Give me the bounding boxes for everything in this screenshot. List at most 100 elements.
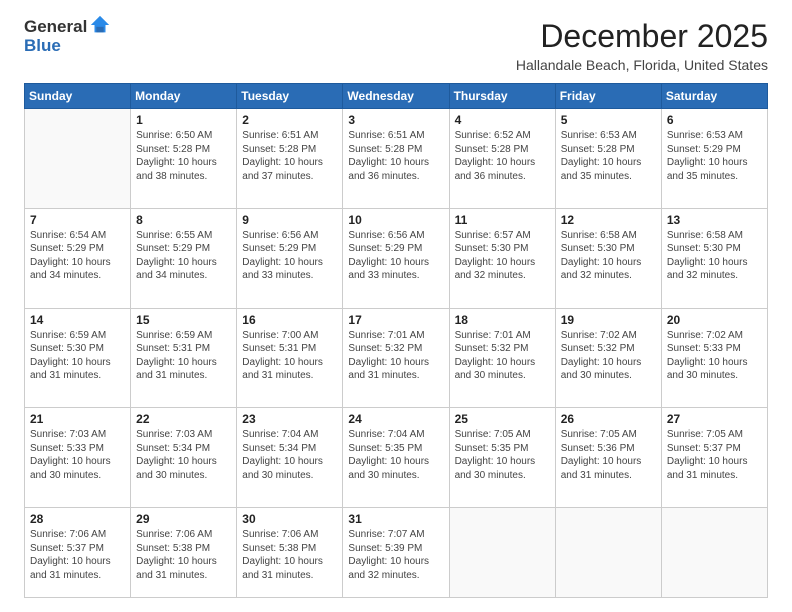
day-number: 2 xyxy=(242,113,337,127)
calendar-cell: 7 Sunrise: 6:54 AM Sunset: 5:29 PM Daylig… xyxy=(25,208,131,308)
cell-info: Sunrise: 6:59 AM Sunset: 5:30 PM Dayligh… xyxy=(30,329,125,383)
calendar-day-header: Sunday xyxy=(25,84,131,109)
calendar-cell: 30Sunrise: 7:06 AM Sunset: 5:38 PM Dayli… xyxy=(237,508,343,598)
cell-info: Sunrise: 7:07 AM Sunset: 5:39 PM Dayligh… xyxy=(348,528,443,582)
day-number: 7 xyxy=(30,213,125,227)
cell-info: Sunrise: 6:54 AM Sunset: 5:29 PM Dayligh… xyxy=(30,229,125,283)
calendar-cell xyxy=(25,109,131,209)
calendar-cell: 29Sunrise: 7:06 AM Sunset: 5:38 PM Dayli… xyxy=(131,508,237,598)
calendar-cell xyxy=(555,508,661,598)
calendar-cell: 16 Sunrise: 7:00 AM Sunset: 5:31 PM Dayli… xyxy=(237,308,343,408)
cell-info: Sunrise: 6:52 AM Sunset: 5:28 PM Dayligh… xyxy=(455,129,550,183)
calendar-cell: 6Sunrise: 6:53 AM Sunset: 5:29 PM Daylig… xyxy=(661,109,767,209)
cell-info: Sunrise: 6:58 AM Sunset: 5:30 PM Dayligh… xyxy=(667,229,762,283)
day-number: 5 xyxy=(561,113,656,127)
page: General Blue December 2025 Hallandale Be… xyxy=(0,0,792,612)
calendar-cell: 23Sunrise: 7:04 AM Sunset: 5:34 PM Dayli… xyxy=(237,408,343,508)
day-number: 18 xyxy=(455,313,550,327)
day-number: 28 xyxy=(30,512,125,526)
cell-info: Sunrise: 6:57 AM Sunset: 5:30 PM Dayligh… xyxy=(455,229,550,283)
cell-info: Sunrise: 7:01 AM Sunset: 5:32 PM Dayligh… xyxy=(348,329,443,383)
day-number: 21 xyxy=(30,412,125,426)
logo-blue: Blue xyxy=(24,37,111,56)
logo-text: General Blue xyxy=(24,18,111,55)
day-number: 24 xyxy=(348,412,443,426)
calendar-week-row: 21 Sunrise: 7:03 AM Sunset: 5:33 PM Dayli… xyxy=(25,408,768,508)
calendar-cell: 10Sunrise: 6:56 AM Sunset: 5:29 PM Dayli… xyxy=(343,208,449,308)
cell-info: Sunrise: 6:50 AM Sunset: 5:28 PM Dayligh… xyxy=(136,129,231,183)
cell-info: Sunrise: 7:03 AM Sunset: 5:34 PM Dayligh… xyxy=(136,428,231,482)
calendar-cell: 19Sunrise: 7:02 AM Sunset: 5:32 PM Dayli… xyxy=(555,308,661,408)
calendar-cell: 4 Sunrise: 6:52 AM Sunset: 5:28 PM Daylig… xyxy=(449,109,555,209)
calendar-cell: 31 Sunrise: 7:07 AM Sunset: 5:39 PM Dayli… xyxy=(343,508,449,598)
day-number: 1 xyxy=(136,113,231,127)
calendar-cell xyxy=(661,508,767,598)
title-block: December 2025 Hallandale Beach, Florida,… xyxy=(516,18,768,73)
cell-info: Sunrise: 6:51 AM Sunset: 5:28 PM Dayligh… xyxy=(348,129,443,183)
calendar-cell xyxy=(449,508,555,598)
calendar-table: SundayMondayTuesdayWednesdayThursdayFrid… xyxy=(24,83,768,598)
day-number: 16 xyxy=(242,313,337,327)
cell-info: Sunrise: 7:01 AM Sunset: 5:32 PM Dayligh… xyxy=(455,329,550,383)
day-number: 10 xyxy=(348,213,443,227)
cell-info: Sunrise: 7:05 AM Sunset: 5:37 PM Dayligh… xyxy=(667,428,762,482)
calendar-cell: 2Sunrise: 6:51 AM Sunset: 5:28 PM Daylig… xyxy=(237,109,343,209)
day-number: 29 xyxy=(136,512,231,526)
day-number: 4 xyxy=(455,113,550,127)
day-number: 20 xyxy=(667,313,762,327)
day-number: 17 xyxy=(348,313,443,327)
cell-info: Sunrise: 6:56 AM Sunset: 5:29 PM Dayligh… xyxy=(242,229,337,283)
day-number: 27 xyxy=(667,412,762,426)
logo-general: General xyxy=(24,18,87,37)
day-number: 26 xyxy=(561,412,656,426)
cell-info: Sunrise: 7:06 AM Sunset: 5:37 PM Dayligh… xyxy=(30,528,125,582)
cell-info: Sunrise: 6:58 AM Sunset: 5:30 PM Dayligh… xyxy=(561,229,656,283)
cell-info: Sunrise: 6:53 AM Sunset: 5:29 PM Dayligh… xyxy=(667,129,762,183)
calendar-cell: 1 Sunrise: 6:50 AM Sunset: 5:28 PM Daylig… xyxy=(131,109,237,209)
calendar-week-row: 14 Sunrise: 6:59 AM Sunset: 5:30 PM Dayli… xyxy=(25,308,768,408)
calendar-cell: 3 Sunrise: 6:51 AM Sunset: 5:28 PM Daylig… xyxy=(343,109,449,209)
calendar-header-row: SundayMondayTuesdayWednesdayThursdayFrid… xyxy=(25,84,768,109)
calendar-day-header: Saturday xyxy=(661,84,767,109)
cell-info: Sunrise: 7:06 AM Sunset: 5:38 PM Dayligh… xyxy=(242,528,337,582)
calendar-cell: 25 Sunrise: 7:05 AM Sunset: 5:35 PM Dayli… xyxy=(449,408,555,508)
cell-info: Sunrise: 7:03 AM Sunset: 5:33 PM Dayligh… xyxy=(30,428,125,482)
day-number: 15 xyxy=(136,313,231,327)
calendar-week-row: 28 Sunrise: 7:06 AM Sunset: 5:37 PM Dayli… xyxy=(25,508,768,598)
cell-info: Sunrise: 6:59 AM Sunset: 5:31 PM Dayligh… xyxy=(136,329,231,383)
calendar-cell: 17 Sunrise: 7:01 AM Sunset: 5:32 PM Dayli… xyxy=(343,308,449,408)
month-title: December 2025 xyxy=(516,18,768,55)
day-number: 31 xyxy=(348,512,443,526)
day-number: 11 xyxy=(455,213,550,227)
day-number: 23 xyxy=(242,412,337,426)
day-number: 14 xyxy=(30,313,125,327)
calendar-cell: 8Sunrise: 6:55 AM Sunset: 5:29 PM Daylig… xyxy=(131,208,237,308)
calendar-day-header: Tuesday xyxy=(237,84,343,109)
calendar-week-row: 7 Sunrise: 6:54 AM Sunset: 5:29 PM Daylig… xyxy=(25,208,768,308)
calendar-cell: 12Sunrise: 6:58 AM Sunset: 5:30 PM Dayli… xyxy=(555,208,661,308)
cell-info: Sunrise: 6:53 AM Sunset: 5:28 PM Dayligh… xyxy=(561,129,656,183)
calendar-day-header: Monday xyxy=(131,84,237,109)
day-number: 25 xyxy=(455,412,550,426)
cell-info: Sunrise: 7:02 AM Sunset: 5:32 PM Dayligh… xyxy=(561,329,656,383)
calendar-cell: 18 Sunrise: 7:01 AM Sunset: 5:32 PM Dayli… xyxy=(449,308,555,408)
cell-info: Sunrise: 7:00 AM Sunset: 5:31 PM Dayligh… xyxy=(242,329,337,383)
day-number: 9 xyxy=(242,213,337,227)
calendar-day-header: Thursday xyxy=(449,84,555,109)
cell-info: Sunrise: 7:02 AM Sunset: 5:33 PM Dayligh… xyxy=(667,329,762,383)
cell-info: Sunrise: 7:05 AM Sunset: 5:35 PM Dayligh… xyxy=(455,428,550,482)
cell-info: Sunrise: 6:55 AM Sunset: 5:29 PM Dayligh… xyxy=(136,229,231,283)
calendar-cell: 28 Sunrise: 7:06 AM Sunset: 5:37 PM Dayli… xyxy=(25,508,131,598)
calendar-cell: 15 Sunrise: 6:59 AM Sunset: 5:31 PM Dayli… xyxy=(131,308,237,408)
day-number: 22 xyxy=(136,412,231,426)
logo: General Blue xyxy=(24,18,111,55)
header: General Blue December 2025 Hallandale Be… xyxy=(24,18,768,73)
calendar-week-row: 1 Sunrise: 6:50 AM Sunset: 5:28 PM Daylig… xyxy=(25,109,768,209)
calendar-cell: 11 Sunrise: 6:57 AM Sunset: 5:30 PM Dayli… xyxy=(449,208,555,308)
calendar-cell: 20 Sunrise: 7:02 AM Sunset: 5:33 PM Dayli… xyxy=(661,308,767,408)
day-number: 3 xyxy=(348,113,443,127)
calendar-cell: 24Sunrise: 7:04 AM Sunset: 5:35 PM Dayli… xyxy=(343,408,449,508)
calendar-cell: 14 Sunrise: 6:59 AM Sunset: 5:30 PM Dayli… xyxy=(25,308,131,408)
logo-icon xyxy=(89,14,111,36)
calendar-cell: 9 Sunrise: 6:56 AM Sunset: 5:29 PM Daylig… xyxy=(237,208,343,308)
